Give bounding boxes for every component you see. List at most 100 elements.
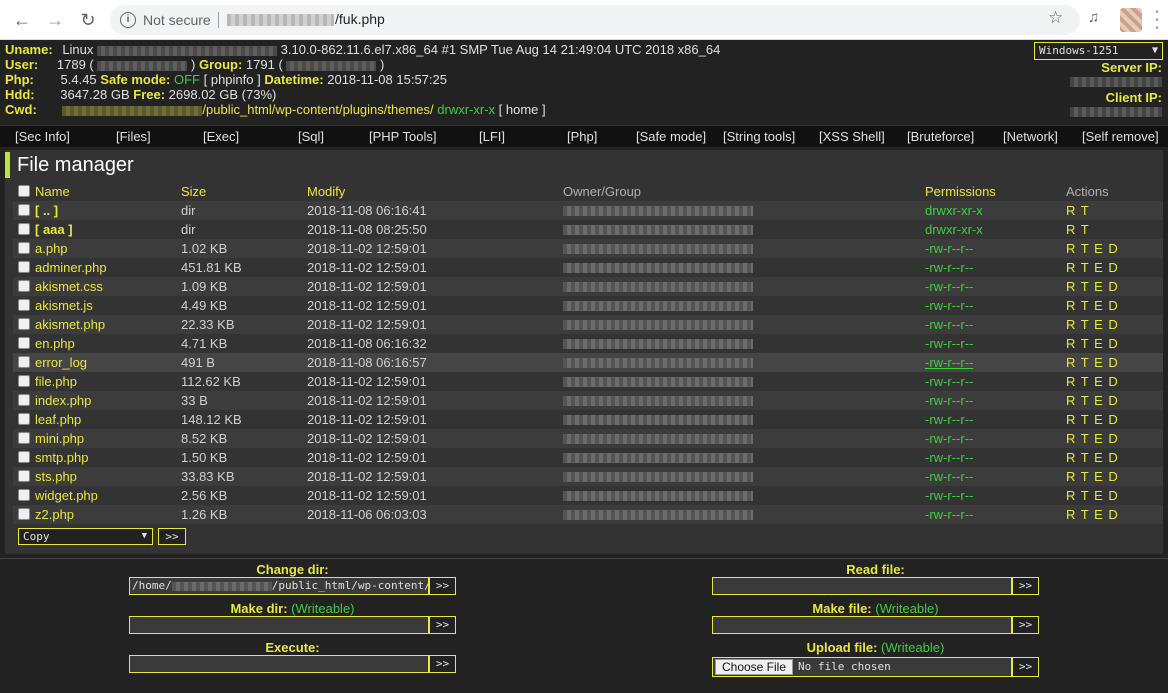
table-row[interactable]: [ .. ] dir 2018-11-08 06:16:41 drwxr-xr-x R …	[13, 201, 1163, 220]
file-name[interactable]: leaf.php	[35, 410, 81, 429]
file-modified[interactable]: 2018-11-02 12:59:01	[307, 391, 427, 410]
file-name[interactable]: en.php	[35, 334, 75, 353]
col-name[interactable]: Name	[35, 182, 70, 201]
file-modified[interactable]: 2018-11-08 08:25:50	[307, 220, 427, 239]
change-dir-input[interactable]: /home/ /public_html/wp-content/	[129, 577, 429, 595]
row-checkbox[interactable]	[18, 223, 30, 235]
file-name[interactable]: a.php	[35, 239, 68, 258]
file-name[interactable]: sts.php	[35, 467, 77, 486]
file-permissions[interactable]: -rw-r--r--	[925, 486, 973, 505]
row-checkbox[interactable]	[18, 242, 30, 254]
file-actions[interactable]: R T E D	[1066, 391, 1119, 410]
file-modified[interactable]: 2018-11-08 06:16:41	[307, 201, 427, 220]
table-row[interactable]: error_log 491 B 2018-11-08 06:16:57 -rw-r--…	[13, 353, 1163, 372]
col-permissions[interactable]: Permissions	[925, 182, 996, 201]
table-row[interactable]: akismet.js 4.49 KB 2018-11-02 12:59:01 -rw-…	[13, 296, 1163, 315]
change-dir-submit[interactable]: >>	[429, 577, 456, 595]
make-dir-input[interactable]	[129, 616, 429, 634]
file-actions[interactable]: R T	[1066, 220, 1090, 239]
row-checkbox[interactable]	[18, 394, 30, 406]
table-row[interactable]: z2.php 1.26 KB 2018-11-06 06:03:03 -rw-r--r…	[13, 505, 1163, 524]
profile-avatar[interactable]	[1120, 8, 1142, 32]
file-modified[interactable]: 2018-11-02 12:59:01	[307, 315, 427, 334]
cwd-path[interactable]: /public_html/wp-content/plugins/themes/	[202, 102, 433, 117]
row-checkbox[interactable]	[18, 451, 30, 463]
file-name[interactable]: smtp.php	[35, 448, 88, 467]
back-icon[interactable]: ←	[10, 8, 34, 32]
file-modified[interactable]: 2018-11-02 12:59:01	[307, 448, 427, 467]
file-permissions[interactable]: -rw-r--r--	[925, 410, 973, 429]
encoding-select[interactable]: Windows-1251 ▼	[1034, 42, 1163, 60]
menu-string-tools[interactable]: [String tools]	[723, 129, 795, 144]
upload-file-input[interactable]: Choose File No file chosen	[712, 657, 1012, 677]
col-size[interactable]: Size	[181, 182, 206, 201]
row-checkbox[interactable]	[18, 375, 30, 387]
read-file-input[interactable]	[712, 577, 1012, 595]
file-name[interactable]: akismet.js	[35, 296, 93, 315]
file-name[interactable]: index.php	[35, 391, 91, 410]
row-checkbox[interactable]	[18, 470, 30, 482]
file-modified[interactable]: 2018-11-02 12:59:01	[307, 486, 427, 505]
file-permissions[interactable]: -rw-r--r--	[925, 467, 973, 486]
phpinfo-link[interactable]: [ phpinfo ]	[204, 72, 261, 87]
info-icon[interactable]: i	[120, 12, 136, 28]
file-name[interactable]: [ .. ]	[35, 201, 58, 220]
file-permissions[interactable]: drwxr-xr-x	[925, 201, 983, 220]
menu-self-remove[interactable]: [Self remove]	[1082, 129, 1159, 144]
file-modified[interactable]: 2018-11-02 12:59:01	[307, 277, 427, 296]
row-checkbox[interactable]	[18, 413, 30, 425]
row-checkbox[interactable]	[18, 508, 30, 520]
home-link[interactable]: [ home ]	[499, 102, 546, 117]
menu-xss-shell[interactable]: [XSS Shell]	[819, 129, 885, 144]
bulk-action-select[interactable]: Copy ▼	[18, 528, 153, 545]
make-file-submit[interactable]: >>	[1012, 616, 1039, 634]
file-permissions[interactable]: -rw-r--r--	[925, 258, 973, 277]
file-modified[interactable]: 2018-11-02 12:59:01	[307, 410, 427, 429]
file-actions[interactable]: R T E D	[1066, 410, 1119, 429]
make-dir-submit[interactable]: >>	[429, 616, 456, 634]
file-name[interactable]: error_log	[35, 353, 87, 372]
file-name[interactable]: adminer.php	[35, 258, 107, 277]
menu-bruteforce[interactable]: [Bruteforce]	[907, 129, 974, 144]
table-row[interactable]: akismet.php 22.33 KB 2018-11-02 12:59:01 -r…	[13, 315, 1163, 334]
file-actions[interactable]: R T E D	[1066, 486, 1119, 505]
bulk-go-button[interactable]: >>	[158, 528, 186, 545]
file-actions[interactable]: R T E D	[1066, 315, 1119, 334]
menu-php[interactable]: [Php]	[567, 129, 597, 144]
table-row[interactable]: en.php 4.71 KB 2018-11-08 06:16:32 -rw-r--r…	[13, 334, 1163, 353]
bookmark-star-icon[interactable]: ☆	[1048, 8, 1063, 28]
file-actions[interactable]: R T E D	[1066, 372, 1119, 391]
menu-php-tools[interactable]: [PHP Tools]	[369, 129, 436, 144]
menu-sql[interactable]: [Sql]	[298, 129, 324, 144]
file-actions[interactable]: R T E D	[1066, 277, 1119, 296]
table-row[interactable]: a.php 1.02 KB 2018-11-02 12:59:01 -rw-r--r-…	[13, 239, 1163, 258]
file-permissions[interactable]: -rw-r--r--	[925, 391, 973, 410]
table-row[interactable]: leaf.php 148.12 KB 2018-11-02 12:59:01 -rw-…	[13, 410, 1163, 429]
row-checkbox[interactable]	[18, 280, 30, 292]
file-permissions[interactable]: -rw-r--r--	[925, 353, 973, 372]
file-permissions[interactable]: -rw-r--r--	[925, 372, 973, 391]
menu-sec-info[interactable]: [Sec Info]	[15, 129, 70, 144]
table-row[interactable]: file.php 112.62 KB 2018-11-02 12:59:01 -rw-…	[13, 372, 1163, 391]
table-row[interactable]: [ aaa ] dir 2018-11-08 08:25:50 drwxr-xr-x R…	[13, 220, 1163, 239]
row-checkbox[interactable]	[18, 356, 30, 368]
file-name[interactable]: akismet.php	[35, 315, 105, 334]
row-checkbox[interactable]	[18, 432, 30, 444]
file-actions[interactable]: R T E D	[1066, 467, 1119, 486]
kebab-menu-icon[interactable]: · · ·	[1152, 2, 1162, 35]
table-row[interactable]: smtp.php 1.50 KB 2018-11-02 12:59:01 -rw-r-…	[13, 448, 1163, 467]
file-name[interactable]: akismet.css	[35, 277, 103, 296]
file-permissions[interactable]: -rw-r--r--	[925, 448, 973, 467]
file-actions[interactable]: R T E D	[1066, 505, 1119, 524]
file-actions[interactable]: R T E D	[1066, 239, 1119, 258]
table-row[interactable]: sts.php 33.83 KB 2018-11-02 12:59:01 -rw-r-…	[13, 467, 1163, 486]
table-row[interactable]: index.php 33 B 2018-11-02 12:59:01 -rw-r--r…	[13, 391, 1163, 410]
file-modified[interactable]: 2018-11-08 06:16:32	[307, 334, 427, 353]
media-control-icon[interactable]: ♫	[1088, 9, 1099, 26]
table-row[interactable]: akismet.css 1.09 KB 2018-11-02 12:59:01 -rw…	[13, 277, 1163, 296]
forward-icon[interactable]: →	[43, 8, 67, 32]
file-name[interactable]: [ aaa ]	[35, 220, 73, 239]
upload-file-submit[interactable]: >>	[1012, 657, 1039, 677]
execute-submit[interactable]: >>	[429, 655, 456, 673]
file-actions[interactable]: R T E D	[1066, 353, 1119, 372]
